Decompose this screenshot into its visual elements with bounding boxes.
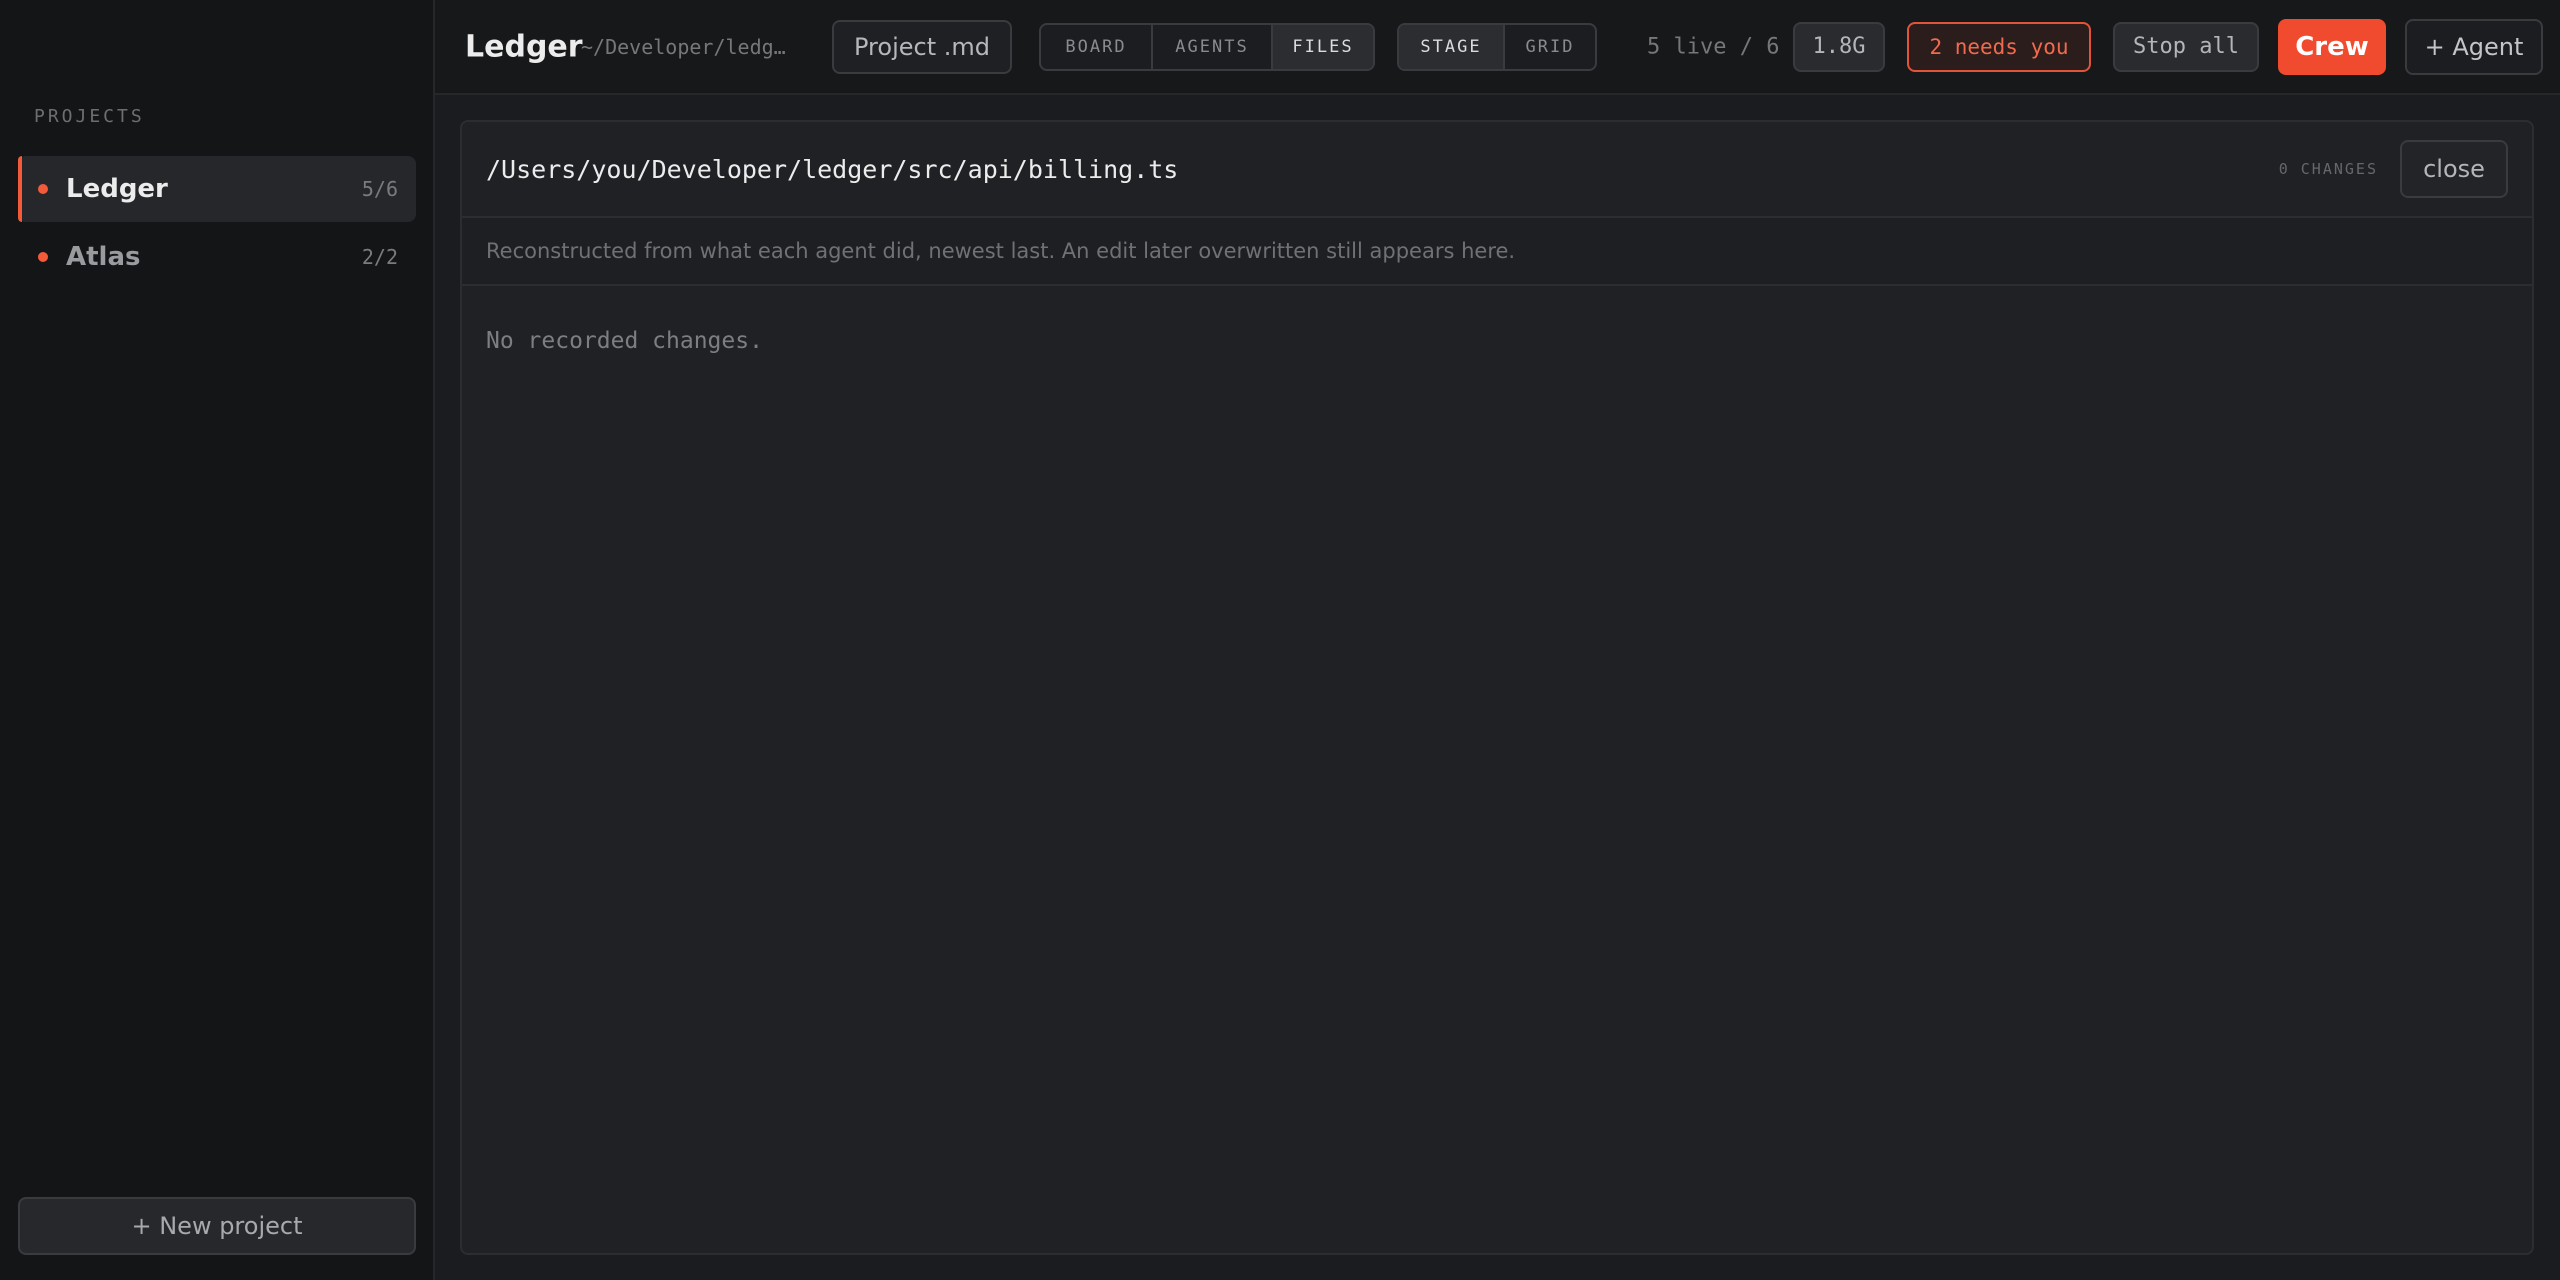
- needs-you-button[interactable]: 2 needs you: [1907, 21, 2091, 72]
- view-switcher: BOARD AGENTS FILES: [1039, 22, 1375, 71]
- tab-stage[interactable]: STAGE: [1399, 24, 1505, 69]
- project-list: Ledger 5/6 Atlas 2/2: [18, 156, 416, 292]
- main-area: Ledger ~/Developer/ledg… Project .md BOA…: [435, 0, 2560, 1280]
- file-history-panel: /Users/you/Developer/ledger/src/api/bill…: [460, 120, 2534, 1255]
- stop-all-button[interactable]: Stop all: [2113, 21, 2259, 72]
- top-bar: Ledger ~/Developer/ledg… Project .md BOA…: [435, 0, 2560, 95]
- app-root: PROJECTS Ledger 5/6 Atlas 2/2 + New proj…: [0, 0, 2560, 1280]
- sidebar-item-atlas[interactable]: Atlas 2/2: [18, 224, 416, 290]
- tab-board[interactable]: BOARD: [1041, 24, 1153, 69]
- project-md-button[interactable]: Project .md: [832, 19, 1012, 74]
- file-panel-header: /Users/you/Developer/ledger/src/api/bill…: [462, 122, 2532, 218]
- project-name: Atlas: [66, 242, 141, 272]
- file-path: /Users/you/Developer/ledger/src/api/bill…: [486, 154, 1179, 184]
- tab-grid[interactable]: GRID: [1505, 25, 1595, 69]
- status-dot-icon: [38, 184, 48, 194]
- add-agent-button[interactable]: + Agent: [2405, 18, 2543, 75]
- live-agent-count: 5 live / 6: [1647, 34, 1780, 59]
- new-project-button[interactable]: + New project: [18, 1197, 416, 1255]
- status-dot-icon: [38, 252, 48, 262]
- project-name: Ledger: [66, 174, 168, 204]
- tab-files[interactable]: FILES: [1273, 24, 1373, 69]
- sidebar: PROJECTS Ledger 5/6 Atlas 2/2 + New proj…: [0, 0, 435, 1280]
- file-panel-note: Reconstructed from what each agent did, …: [462, 218, 2532, 286]
- crew-button[interactable]: Crew: [2278, 18, 2386, 75]
- empty-state-message: No recorded changes.: [486, 328, 763, 354]
- changes-count: 0 CHANGES: [2278, 160, 2378, 178]
- layout-switcher: STAGE GRID: [1397, 22, 1597, 71]
- tab-agents[interactable]: AGENTS: [1153, 24, 1273, 69]
- project-path: ~/Developer/ledg…: [581, 34, 786, 59]
- close-button[interactable]: close: [2400, 140, 2508, 198]
- project-agent-count: 2/2: [361, 245, 398, 269]
- page-title: Ledger: [465, 29, 583, 64]
- project-agent-count: 5/6: [361, 177, 398, 201]
- sidebar-item-ledger[interactable]: Ledger 5/6: [18, 156, 416, 222]
- memory-usage-badge: 1.8G: [1793, 21, 1885, 72]
- sidebar-heading: PROJECTS: [34, 106, 145, 127]
